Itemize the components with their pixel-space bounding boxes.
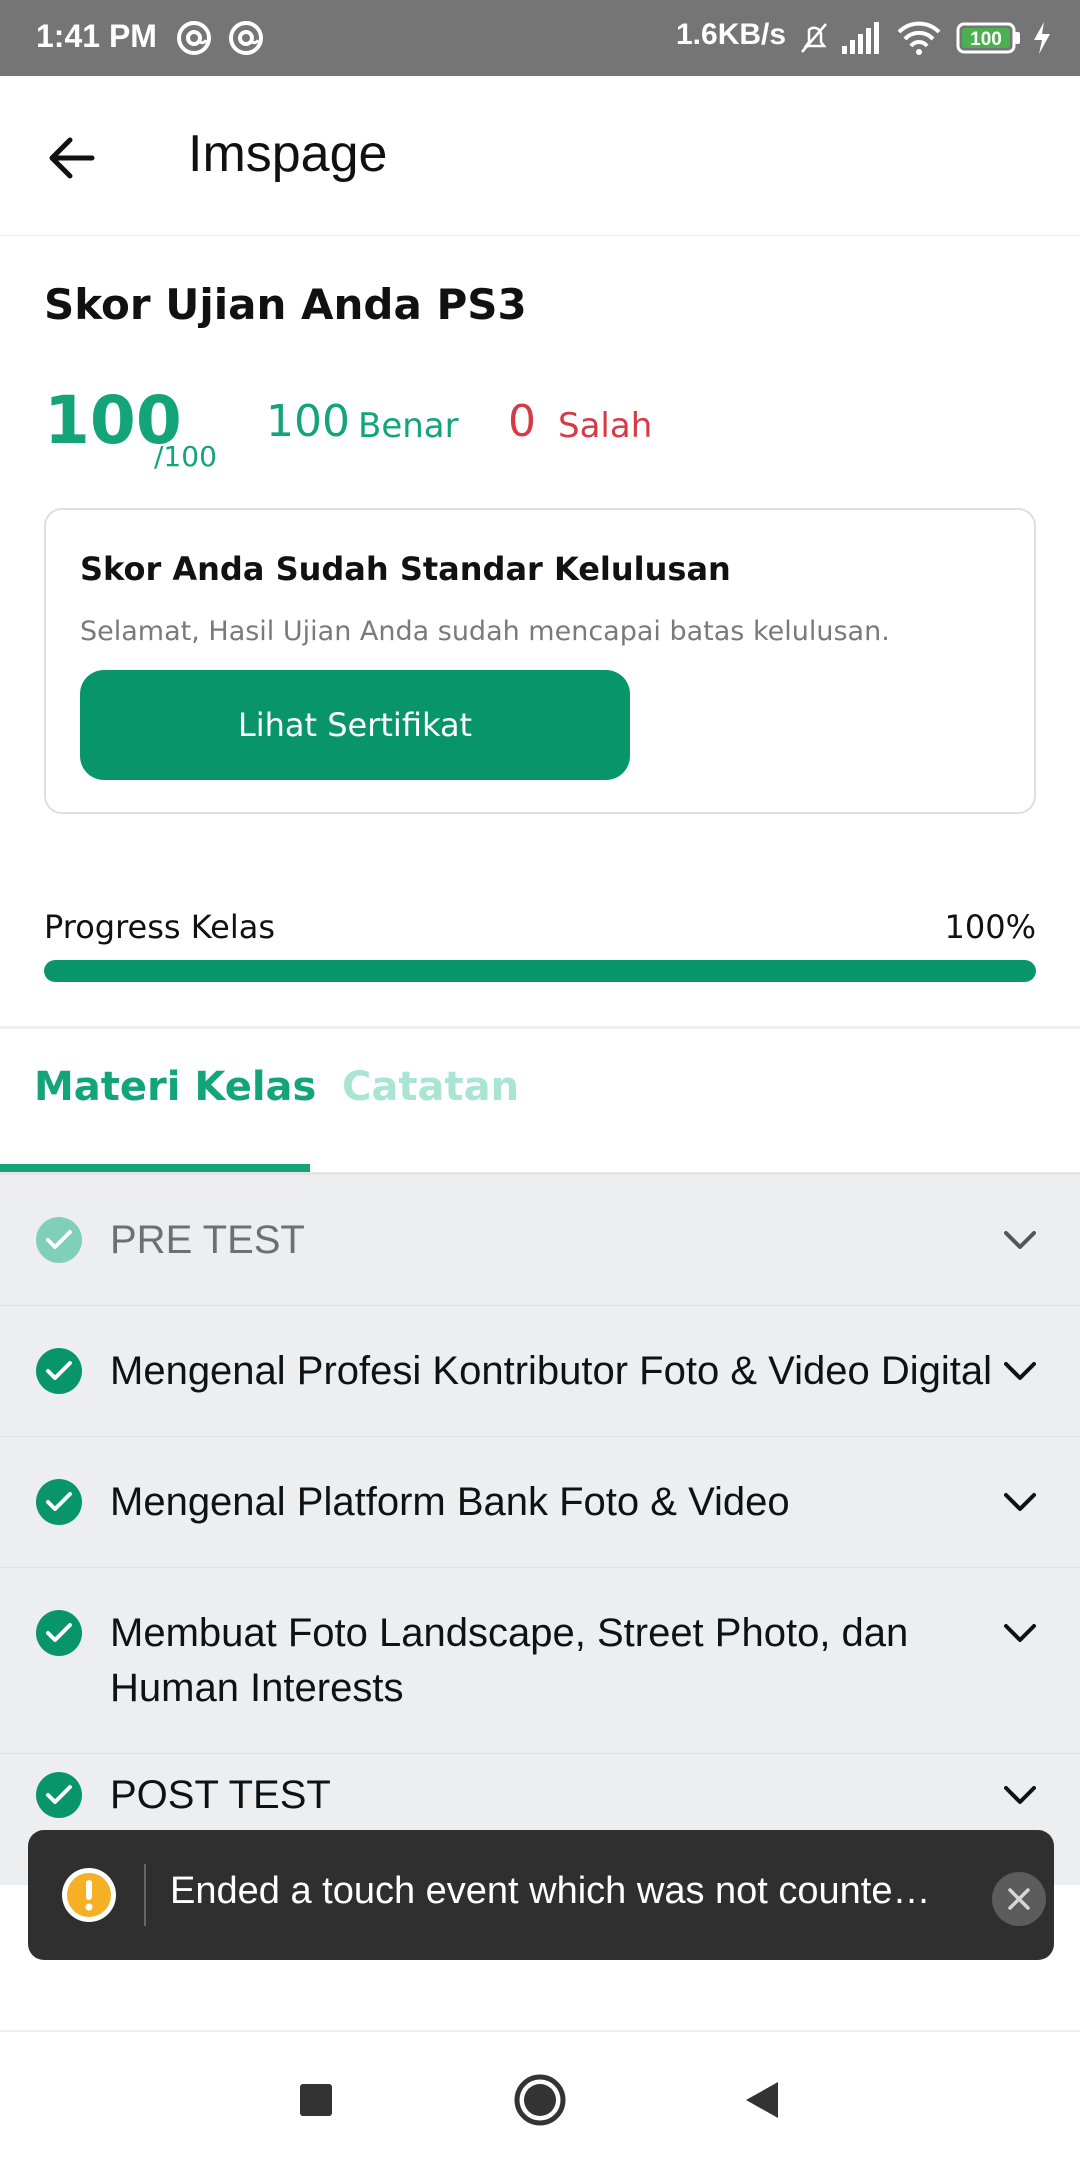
recents-square-icon[interactable]	[286, 2070, 346, 2130]
status-time: 1:41 PM	[36, 18, 157, 54]
warning-icon	[60, 1866, 118, 1924]
chevron-down-icon[interactable]	[1000, 1482, 1040, 1522]
check-circle-icon	[36, 1610, 82, 1656]
tab-indicator	[0, 1164, 310, 1172]
status-bar: 1:41 PM 1.6KB/s 100	[0, 0, 1080, 76]
svg-text:100: 100	[970, 29, 1002, 50]
list-item[interactable]: Mengenal Profesi Kontributor Foto & Vide…	[0, 1306, 1080, 1437]
correct-label: Benar	[358, 406, 459, 446]
arrow-left-icon[interactable]	[40, 126, 104, 190]
pass-card: Skor Anda Sudah Standar Kelulusan Selama…	[44, 508, 1036, 814]
nav-divider	[0, 2030, 1080, 2032]
bell-off-icon	[796, 20, 832, 56]
check-circle-icon	[36, 1479, 82, 1525]
charging-icon	[1030, 20, 1054, 56]
materials-list: PRE TEST Mengenal Profesi Kontributor Fo…	[0, 1175, 1080, 1885]
section-divider	[0, 1026, 1080, 1029]
progress-label: Progress Kelas	[44, 908, 275, 946]
wrong-label: Salah	[558, 406, 653, 446]
score-max: /100	[154, 440, 217, 473]
tab-catatan[interactable]: Catatan	[342, 1064, 519, 1110]
app-bar: Imspage	[0, 76, 1080, 236]
battery-icon: 100	[956, 20, 1022, 56]
network-speed: 1.6KB/s	[676, 18, 787, 51]
list-item-label: Mengenal Platform Bank Foto & Video	[110, 1480, 790, 1524]
score-title: Skor Ujian Anda PS3	[44, 280, 527, 329]
back-triangle-icon[interactable]	[732, 2070, 792, 2130]
progress-bar	[44, 960, 1036, 982]
at-icon	[176, 20, 212, 56]
correct-count: 100	[266, 396, 350, 447]
chevron-down-icon[interactable]	[1000, 1613, 1040, 1653]
check-circle-icon	[36, 1217, 82, 1263]
wifi-icon	[896, 20, 942, 56]
list-item[interactable]: Mengenal Platform Bank Foto & Video	[0, 1437, 1080, 1568]
signal-icon	[840, 20, 879, 56]
close-icon[interactable]	[992, 1872, 1046, 1926]
snackbar-message: Ended a touch event which was not counte…	[170, 1870, 931, 1912]
app-title: Imspage	[188, 125, 388, 183]
chevron-down-icon[interactable]	[1000, 1351, 1040, 1391]
pass-card-description: Selamat, Hasil Ujian Anda sudah mencapai…	[80, 616, 890, 647]
home-circle-icon[interactable]	[510, 2070, 570, 2130]
list-item-label: Membuat Foto Landscape, Street Photo, da…	[110, 1611, 909, 1710]
list-item-label: PRE TEST	[110, 1218, 305, 1262]
chevron-down-icon[interactable]	[1000, 1775, 1040, 1815]
check-circle-icon	[36, 1772, 82, 1818]
snackbar-separator	[144, 1864, 146, 1926]
chevron-down-icon[interactable]	[1000, 1220, 1040, 1260]
view-certificate-button[interactable]: Lihat Sertifikat	[80, 670, 630, 780]
check-circle-icon	[36, 1348, 82, 1394]
wrong-count: 0	[508, 396, 536, 447]
list-item[interactable]: PRE TEST	[0, 1175, 1080, 1306]
list-item-label: Mengenal Profesi Kontributor Foto & Vide…	[110, 1349, 992, 1393]
tab-materi-kelas[interactable]: Materi Kelas	[34, 1064, 316, 1110]
warning-snackbar: Ended a touch event which was not counte…	[28, 1830, 1054, 1960]
list-item-label: POST TEST	[110, 1773, 331, 1817]
list-item[interactable]: Membuat Foto Landscape, Street Photo, da…	[0, 1568, 1080, 1754]
pass-card-title: Skor Anda Sudah Standar Kelulusan	[80, 550, 731, 588]
progress-fill	[44, 960, 1036, 982]
at-icon	[228, 20, 264, 56]
progress-value: 100%	[944, 908, 1036, 946]
